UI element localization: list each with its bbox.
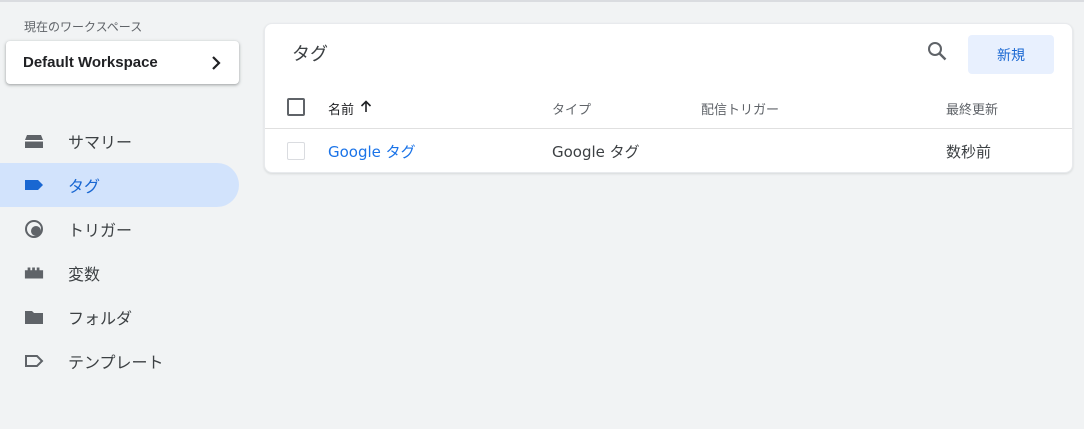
search-button[interactable] — [925, 41, 949, 65]
sidebar-item-label: トリガー — [68, 221, 133, 240]
page-title: タグ — [292, 44, 328, 65]
new-button[interactable]: 新規 — [968, 35, 1054, 74]
sidebar-item-variables[interactable]: 変数 — [0, 251, 250, 295]
sidebar-item-templates[interactable]: テンプレート — [0, 339, 250, 383]
folder-icon — [24, 307, 44, 327]
row-checkbox[interactable] — [287, 142, 305, 160]
sidebar-item-label: 変数 — [68, 265, 101, 284]
table-header: 名前 タイプ 配信トリガー 最終更新 — [265, 85, 1072, 129]
tag-icon — [24, 175, 44, 195]
sidebar-item-label: テンプレート — [68, 353, 164, 372]
chevron-right-icon — [209, 55, 223, 70]
sidebar-item-triggers[interactable]: トリガー — [0, 207, 250, 251]
variable-icon — [24, 263, 44, 283]
tag-updated: 数秒前 — [946, 143, 992, 161]
select-all-checkbox[interactable] — [287, 98, 305, 116]
template-icon — [24, 351, 44, 371]
column-header-label: 名前 — [328, 103, 355, 118]
column-header-trigger[interactable]: 配信トリガー — [701, 99, 779, 118]
sidebar-item-label: フォルダ — [68, 309, 133, 328]
table-row: Google タグ Google タグ 数秒前 — [265, 129, 1072, 173]
arrow-up-icon — [360, 100, 372, 117]
workspace-selector[interactable]: Default Workspace — [6, 41, 239, 84]
sidebar-item-label: タグ — [68, 177, 101, 196]
column-header-name[interactable]: 名前 — [328, 99, 372, 118]
summary-icon — [24, 131, 44, 151]
sidebar-item-tags[interactable]: タグ — [0, 163, 239, 207]
sidebar: 現在のワークスペース Default Workspace サマリー タグ トリガ… — [0, 0, 250, 429]
sidebar-item-label: サマリー — [68, 133, 133, 152]
tags-card: タグ 新規 名前 タイプ 配信トリガー 最終更新 Google タグ Googl… — [264, 23, 1073, 173]
column-header-type[interactable]: タイプ — [552, 99, 591, 118]
trigger-icon — [24, 219, 44, 239]
tag-name-link[interactable]: Google タグ — [328, 141, 416, 162]
search-icon — [927, 41, 947, 65]
sidebar-item-summary[interactable]: サマリー — [0, 119, 250, 163]
workspace-label: 現在のワークスペース — [24, 20, 143, 34]
sidebar-nav: サマリー タグ トリガー 変数 フォルダ テンプレート — [0, 119, 250, 383]
workspace-name: Default Workspace — [23, 54, 158, 71]
column-header-updated[interactable]: 最終更新 — [946, 99, 998, 118]
sidebar-item-folders[interactable]: フォルダ — [0, 295, 250, 339]
tag-type: Google タグ — [552, 143, 640, 161]
